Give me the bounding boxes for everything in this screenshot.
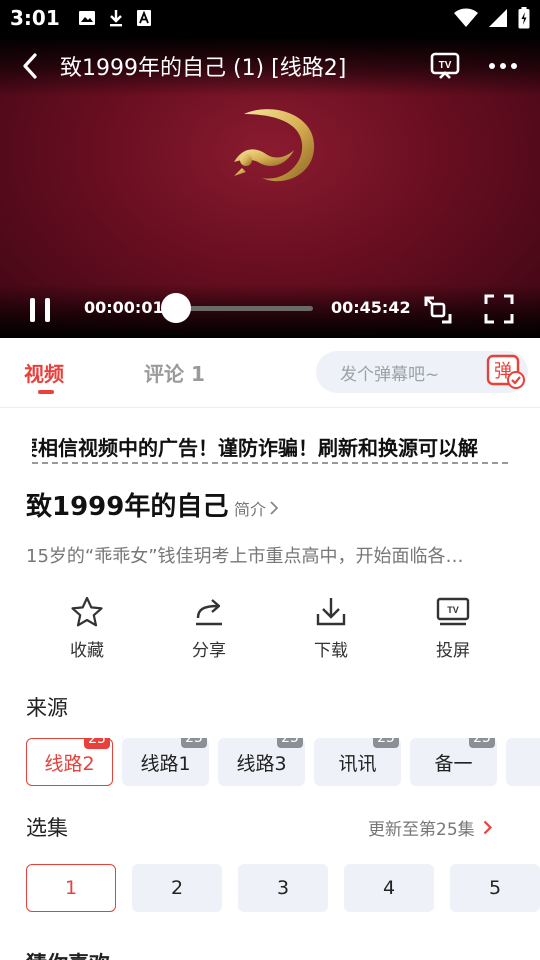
signal-icon xyxy=(489,9,507,27)
more-options-icon[interactable] xyxy=(488,62,518,70)
download-icon xyxy=(316,598,346,626)
episode-button[interactable]: 4 xyxy=(344,864,434,912)
svg-text:TV: TV xyxy=(447,605,459,615)
chevron-right-icon xyxy=(483,820,492,835)
show-title: 致1999年的自己 xyxy=(26,492,229,522)
show-description: 15岁的“乖乖女”钱佳玥考上市重点高中，开始面临各… xyxy=(26,546,464,567)
source-chip[interactable]: 线路1 25 xyxy=(122,738,209,786)
recommendations-title: 猜你喜欢 xyxy=(26,948,110,960)
svg-text:TV: TV xyxy=(439,60,452,71)
wifi-icon xyxy=(454,8,478,27)
fullscreen-icon[interactable] xyxy=(484,294,514,324)
source-chip[interactable]: 讯讯 25 xyxy=(314,738,401,786)
cast-button[interactable]: TV 投屏 xyxy=(392,596,514,666)
favorite-button[interactable]: 收藏 xyxy=(26,596,148,666)
tab-video[interactable]: 视频 xyxy=(24,358,64,387)
episodes-section-title: 选集 xyxy=(26,816,68,840)
status-time: 3:01 xyxy=(10,6,60,30)
chevron-right-icon xyxy=(270,501,279,515)
image-notification-icon xyxy=(78,11,95,25)
episode-button[interactable]: 2 xyxy=(132,864,222,912)
source-label: 讯讯 xyxy=(338,752,377,775)
cast-label: 投屏 xyxy=(436,641,470,661)
source-chip[interactable]: 线路3 25 xyxy=(218,738,305,786)
source-label: 线路1 xyxy=(140,752,191,775)
source-label: 线路2 xyxy=(44,752,95,775)
notice-text: 要相信视频中的广告！谨防诈骗！刷新和换源可以解 xyxy=(32,436,478,460)
source-chip-partial[interactable] xyxy=(506,738,540,786)
synopsis-label: 简介 xyxy=(234,500,267,519)
episode-list: 1 2 3 4 5 xyxy=(26,864,540,912)
source-list: 线路2 25 线路1 25 线路3 25 讯讯 25 备一 25 xyxy=(26,738,540,786)
seek-bar[interactable] xyxy=(176,306,313,311)
tab-comments[interactable]: 评论 1 xyxy=(144,358,205,387)
back-button[interactable] xyxy=(0,36,60,96)
episode-count-badge: 25 xyxy=(277,738,303,748)
source-label: 线路3 xyxy=(236,752,287,775)
pause-icon[interactable] xyxy=(26,296,56,324)
scam-warning-notice: 要相信视频中的广告！谨防诈骗！刷新和换源可以解 xyxy=(32,432,508,464)
source-chip[interactable]: 线路2 25 xyxy=(26,738,113,786)
episode-count-badge: 25 xyxy=(373,738,399,748)
active-tab-indicator xyxy=(38,390,54,394)
episode-button[interactable]: 5 xyxy=(450,864,540,912)
battery-icon xyxy=(518,7,530,29)
action-row: 收藏 分享 下载 TV 投屏 xyxy=(26,596,514,666)
source-label: 备一 xyxy=(434,752,473,775)
back-arrow-icon xyxy=(23,53,37,79)
seek-thumb[interactable] xyxy=(161,293,191,323)
danmaku-placeholder: 发个弹幕吧~ xyxy=(340,364,440,385)
rotate-screen-icon[interactable] xyxy=(422,294,454,326)
player-top-bar: 致1999年的自己 (1) [线路2] TV xyxy=(0,36,540,96)
episode-count-badge: 25 xyxy=(84,738,110,749)
source-chip[interactable]: 备一 25 xyxy=(410,738,497,786)
share-button[interactable]: 分享 xyxy=(148,596,270,666)
synopsis-link[interactable]: 简介 xyxy=(234,496,279,520)
favorite-label: 收藏 xyxy=(70,641,104,661)
danmaku-toggle-icon[interactable]: 弹 xyxy=(486,354,526,390)
episodes-update-link[interactable]: 更新至第25集 xyxy=(368,815,492,840)
episode-button[interactable]: 1 xyxy=(26,864,116,912)
download-notification-icon xyxy=(109,10,122,27)
cast-tv-icon: TV xyxy=(436,597,470,626)
episode-count-badge: 25 xyxy=(469,738,495,748)
current-time: 00:00:01 xyxy=(84,298,164,317)
star-icon xyxy=(71,596,103,627)
share-icon xyxy=(196,599,222,626)
episodes-update-text: 更新至第25集 xyxy=(368,820,475,840)
player-controls: 00:00:01 00:45:42 xyxy=(0,284,540,338)
tv-cast-icon[interactable]: TV xyxy=(430,52,460,80)
download-button[interactable]: 下载 xyxy=(270,596,392,666)
episode-count-badge: 25 xyxy=(181,738,207,748)
source-section-title: 来源 xyxy=(26,696,68,720)
status-bar: 3:01 xyxy=(0,0,540,36)
download-label: 下载 xyxy=(314,641,348,661)
episode-button[interactable]: 3 xyxy=(238,864,328,912)
content-tabs: 视频 评论 1 发个弹幕吧~ 弹 xyxy=(0,338,540,408)
font-notification-icon xyxy=(136,10,151,26)
video-title: 致1999年的自己 (1) [线路2] xyxy=(60,56,347,81)
share-label: 分享 xyxy=(192,641,226,661)
studio-logo-icon xyxy=(234,109,315,182)
total-time: 00:45:42 xyxy=(331,298,411,317)
